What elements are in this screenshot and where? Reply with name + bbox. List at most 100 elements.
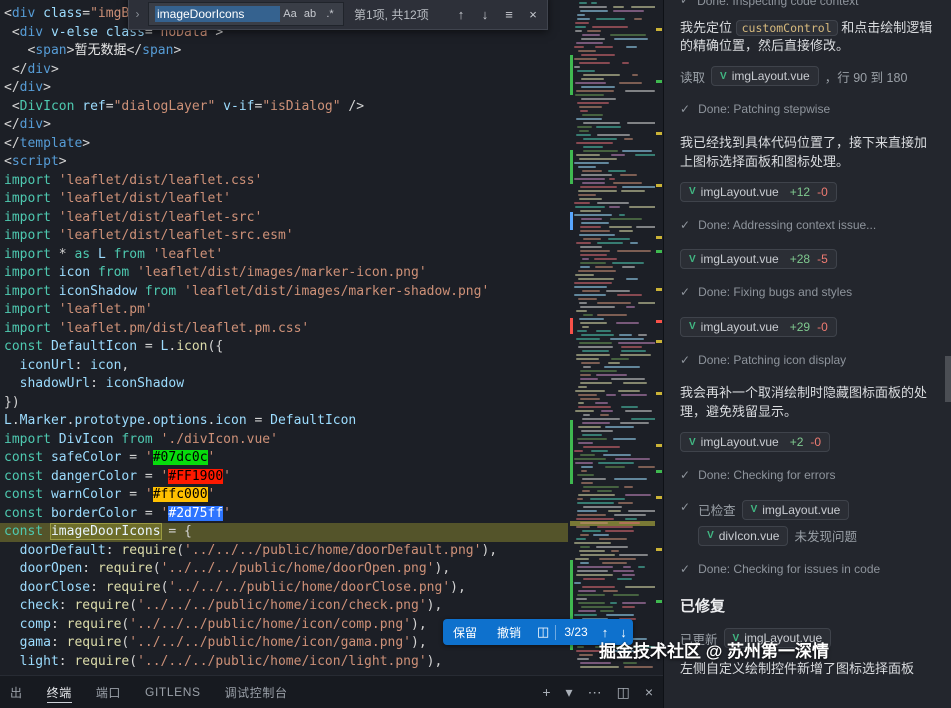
find-widget: › imageDoorIcons Aa ab .* 第1项, 共12项 ↑ ↓ … — [128, 0, 548, 30]
file-name: imgLayout.vue — [701, 185, 779, 199]
done-status-row[interactable]: ✓Done: Patching icon display — [680, 353, 937, 369]
code-line[interactable]: const borderColor = '#2d75ff' — [0, 505, 568, 524]
check-icon: ✓ — [680, 500, 690, 546]
code-lines[interactable]: <div class="imgB <div v-else class="noDa… — [0, 5, 568, 671]
vue-file-icon: V — [707, 530, 714, 541]
panel-scrollbar-thumb[interactable] — [945, 356, 951, 402]
chat-panel: ✓ Done: Inspecting code context 我先定位 cus… — [663, 0, 951, 708]
find-in-selection-icon[interactable]: ≡ — [499, 4, 519, 24]
code-line[interactable]: light: require('../../../public/home/ico… — [0, 653, 568, 672]
done-status-row[interactable]: ✓Done: Checking for issues in code — [680, 562, 937, 578]
inline-code-chip[interactable]: customControl — [736, 20, 838, 36]
code-line[interactable]: check: require('../../../public/home/ico… — [0, 597, 568, 616]
code-line[interactable]: doorOpen: require('../../../public/home/… — [0, 560, 568, 579]
done-status-row[interactable]: ✓Done: Addressing context issue... — [680, 218, 937, 234]
file-chip[interactable]: VimgLayout.vue — [711, 66, 819, 86]
split-panel-icon[interactable]: ◫ — [617, 684, 630, 701]
new-terminal-icon[interactable]: + — [542, 684, 550, 701]
close-panel-icon[interactable]: × — [645, 684, 653, 701]
panel-tab[interactable]: 调试控制台 — [225, 676, 288, 708]
file-chip[interactable]: VimgLayout.vue+28-5 — [680, 249, 837, 269]
code-line[interactable]: import 'leaflet/dist/leaflet-src' — [0, 209, 568, 228]
file-chip[interactable]: VimgLayout.vue+2-0 — [680, 432, 830, 452]
code-line[interactable]: import 'leaflet/dist/leaflet-src.esm' — [0, 227, 568, 246]
keep-button[interactable]: 保留 — [443, 619, 487, 645]
file-name: imgLayout.vue — [701, 435, 779, 449]
file-name: imgLayout.vue — [762, 503, 840, 517]
code-line[interactable]: import iconShadow from 'leaflet/dist/ima… — [0, 283, 568, 302]
code-line[interactable]: import 'leaflet/dist/leaflet' — [0, 190, 568, 209]
chat-top-status[interactable]: ✓ Done: Inspecting code context — [680, 0, 937, 9]
code-line[interactable]: const safeColor = '#07dc0c' — [0, 449, 568, 468]
toggle-replace-icon[interactable]: › — [131, 7, 144, 21]
panel-tab[interactable]: GITLENS — [145, 676, 201, 708]
code-line[interactable]: import 'leaflet.pm' — [0, 301, 568, 320]
code-line[interactable]: const imageDoorIcons = { — [0, 523, 568, 542]
check-icon: ✓ — [680, 562, 690, 578]
code-line[interactable]: </div> — [0, 79, 568, 98]
code-line[interactable]: </template> — [0, 135, 568, 154]
previous-match-button[interactable]: ↑ — [451, 4, 471, 24]
next-match-button[interactable]: ↓ — [475, 4, 495, 24]
code-line[interactable]: shadowUrl: iconShadow — [0, 375, 568, 394]
done-status-text: Done: Patching icon display — [698, 353, 846, 367]
file-chip[interactable]: VimgLayout.vue — [742, 500, 850, 520]
diff-view-icon[interactable]: ◫ — [531, 624, 555, 640]
close-find-icon[interactable]: × — [523, 4, 543, 24]
undo-button[interactable]: 撤销 — [487, 619, 531, 645]
code-line[interactable]: import DivIcon from './divIcon.vue' — [0, 431, 568, 450]
done-status-text: Done: Fixing bugs and styles — [698, 285, 852, 299]
code-line[interactable]: import 'leaflet/dist/leaflet.css' — [0, 172, 568, 191]
code-line[interactable]: L.Marker.prototype.options.icon = Defaul… — [0, 412, 568, 431]
find-input[interactable]: imageDoorIcons Aa ab .* — [148, 2, 344, 26]
chat-paragraph: 我先定位 customControl 和点击绘制逻辑的精确位置，然后直接修改。 — [680, 19, 937, 57]
code-line[interactable]: const DefaultIcon = L.icon({ — [0, 338, 568, 357]
more-actions-icon[interactable]: ⋯ — [588, 684, 602, 701]
added-lines: +28 — [790, 252, 810, 266]
file-chip[interactable]: VimgLayout.vue+12-0 — [680, 182, 837, 202]
check-icon: ✓ — [680, 285, 690, 301]
file-chip[interactable]: VdivIcon.vue — [698, 526, 788, 546]
overview-ruler[interactable] — [655, 0, 663, 675]
no-issues-text: 未发现问题 — [794, 526, 857, 545]
paragraph-text: 左侧自定义绘制控件新增了图标选择面板 — [680, 661, 914, 676]
added-lines: +2 — [790, 435, 804, 449]
paragraph-text: 我已经找到具体代码位置了，接下来直接加上图标选择面板和图标处理。 — [680, 135, 927, 169]
match-case-toggle[interactable]: Aa — [280, 4, 300, 24]
done-status-text: Done: Checking for errors — [698, 468, 835, 482]
vue-file-icon: V — [689, 321, 696, 332]
code-line[interactable]: doorDefault: require('../../../public/ho… — [0, 542, 568, 561]
checked-file-row: 已检查VimgLayout.vue — [698, 500, 857, 520]
code-line[interactable]: const warnColor = '#ffc000' — [0, 486, 568, 505]
checked-file-row: VdivIcon.vue 未发现问题 — [698, 526, 857, 546]
panel-tab[interactable]: 终端 — [47, 676, 72, 708]
whole-word-toggle[interactable]: ab — [300, 4, 320, 24]
code-line[interactable]: }) — [0, 394, 568, 413]
vue-file-icon: V — [689, 186, 696, 197]
code-line[interactable]: <DivIcon ref="dialogLayer" v-if="isDialo… — [0, 98, 568, 117]
paragraph-text: 我先定位 — [680, 20, 736, 35]
check-icon: ✓ — [680, 468, 690, 484]
regex-toggle[interactable]: .* — [320, 4, 340, 24]
terminal-dropdown-icon[interactable]: ▾ — [566, 684, 573, 701]
code-line[interactable]: import icon from 'leaflet/dist/images/ma… — [0, 264, 568, 283]
done-status-row[interactable]: ✓Done: Patching stepwise — [680, 102, 937, 118]
code-line[interactable]: <span>暂无数据</span> — [0, 42, 568, 61]
file-chip[interactable]: VimgLayout.vue+29-0 — [680, 317, 837, 337]
code-line[interactable]: doorClose: require('../../../public/home… — [0, 579, 568, 598]
minimap[interactable] — [570, 0, 655, 675]
code-line[interactable]: <script> — [0, 153, 568, 172]
code-line[interactable]: iconUrl: icon, — [0, 357, 568, 376]
panel-tab[interactable]: 端口 — [96, 676, 121, 708]
code-line[interactable]: import * as L from 'leaflet' — [0, 246, 568, 265]
editor-pane[interactable]: <div class="imgB <div v-else class="noDa… — [0, 0, 663, 675]
done-status-row[interactable]: ✓ Done: Fixing bugs and styles — [680, 285, 937, 301]
check-icon: ✓ — [680, 218, 690, 234]
done-status-row[interactable]: ✓ Done: Checking for errors — [680, 468, 937, 484]
code-line[interactable]: </div> — [0, 61, 568, 80]
find-query-text[interactable]: imageDoorIcons — [155, 6, 280, 22]
code-line[interactable]: const dangerColor = '#FF1900' — [0, 468, 568, 487]
panel-tab[interactable]: 出 — [10, 676, 23, 708]
code-line[interactable]: </div> — [0, 116, 568, 135]
code-line[interactable]: import 'leaflet.pm/dist/leaflet.pm.css' — [0, 320, 568, 339]
